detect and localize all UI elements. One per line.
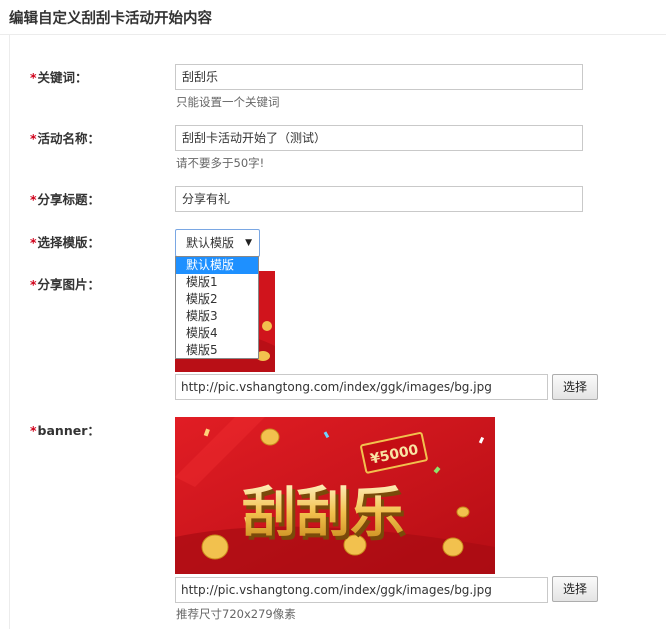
template-dropdown: 默认模版 模版1 模版2 模版3 模版4 模版5 (175, 256, 259, 359)
template-select[interactable]: 默认模版 ▼ (175, 229, 260, 257)
activity-name-label: *活动名称： (30, 128, 100, 147)
share-image-label-text: 分享图片： (37, 277, 101, 292)
activity-name-input[interactable]: 刮刮卡活动开始了（测试） (175, 125, 583, 151)
template-select-value: 默认模版 (186, 236, 235, 250)
share-title-label: *分享标题： (30, 189, 100, 208)
banner-label: *banner： (30, 420, 100, 439)
template-option[interactable]: 模版1 (176, 274, 258, 291)
keyword-input[interactable]: 刮刮乐 (175, 64, 583, 90)
template-label: *选择模版： (30, 232, 100, 251)
template-option[interactable]: 模版2 (176, 291, 258, 308)
banner-label-text: banner： (37, 423, 100, 438)
banner-url-input[interactable]: http://pic.vshangtong.com/index/ggk/imag… (175, 577, 548, 603)
required-mark: * (30, 70, 37, 85)
activity-name-label-text: 活动名称： (37, 131, 101, 146)
keyword-help: 只能设置一个关键词 (176, 95, 280, 109)
required-mark: * (30, 192, 37, 207)
template-option[interactable]: 模版3 (176, 308, 258, 325)
template-option[interactable]: 模版4 (176, 325, 258, 342)
share-title-input[interactable]: 分享有礼 (175, 186, 583, 212)
page-title: 编辑自定义刮刮卡活动开始内容 (9, 11, 212, 27)
share-image-label: *分享图片： (30, 274, 100, 293)
triangle-down-icon: ▼ (245, 238, 252, 248)
share-title-label-text: 分享标题： (37, 192, 101, 207)
required-mark: * (30, 235, 37, 250)
banner-title-text: 刮刮乐 (242, 481, 404, 544)
banner-size-help: 推荐尺寸720x279像素 (176, 607, 296, 621)
required-mark: * (30, 131, 37, 146)
share-image-url-input[interactable]: http://pic.vshangtong.com/index/ggk/imag… (175, 374, 548, 400)
share-image-choose-button[interactable]: 选择 (552, 374, 598, 400)
banner-image: ¥5000 刮刮乐 刮刮乐 (175, 417, 495, 574)
template-option[interactable]: 模版5 (176, 342, 258, 359)
keyword-label-text: 关键词： (37, 70, 88, 85)
banner-graphic: ¥5000 刮刮乐 刮刮乐 (175, 417, 495, 574)
template-label-text: 选择模版： (37, 235, 101, 250)
template-option[interactable]: 默认模版 (176, 257, 258, 274)
activity-name-help: 请不要多于50字! (176, 156, 265, 170)
keyword-label: *关键词： (30, 67, 88, 86)
required-mark: * (30, 423, 37, 438)
banner-choose-button[interactable]: 选择 (552, 576, 598, 602)
required-mark: * (30, 277, 37, 292)
